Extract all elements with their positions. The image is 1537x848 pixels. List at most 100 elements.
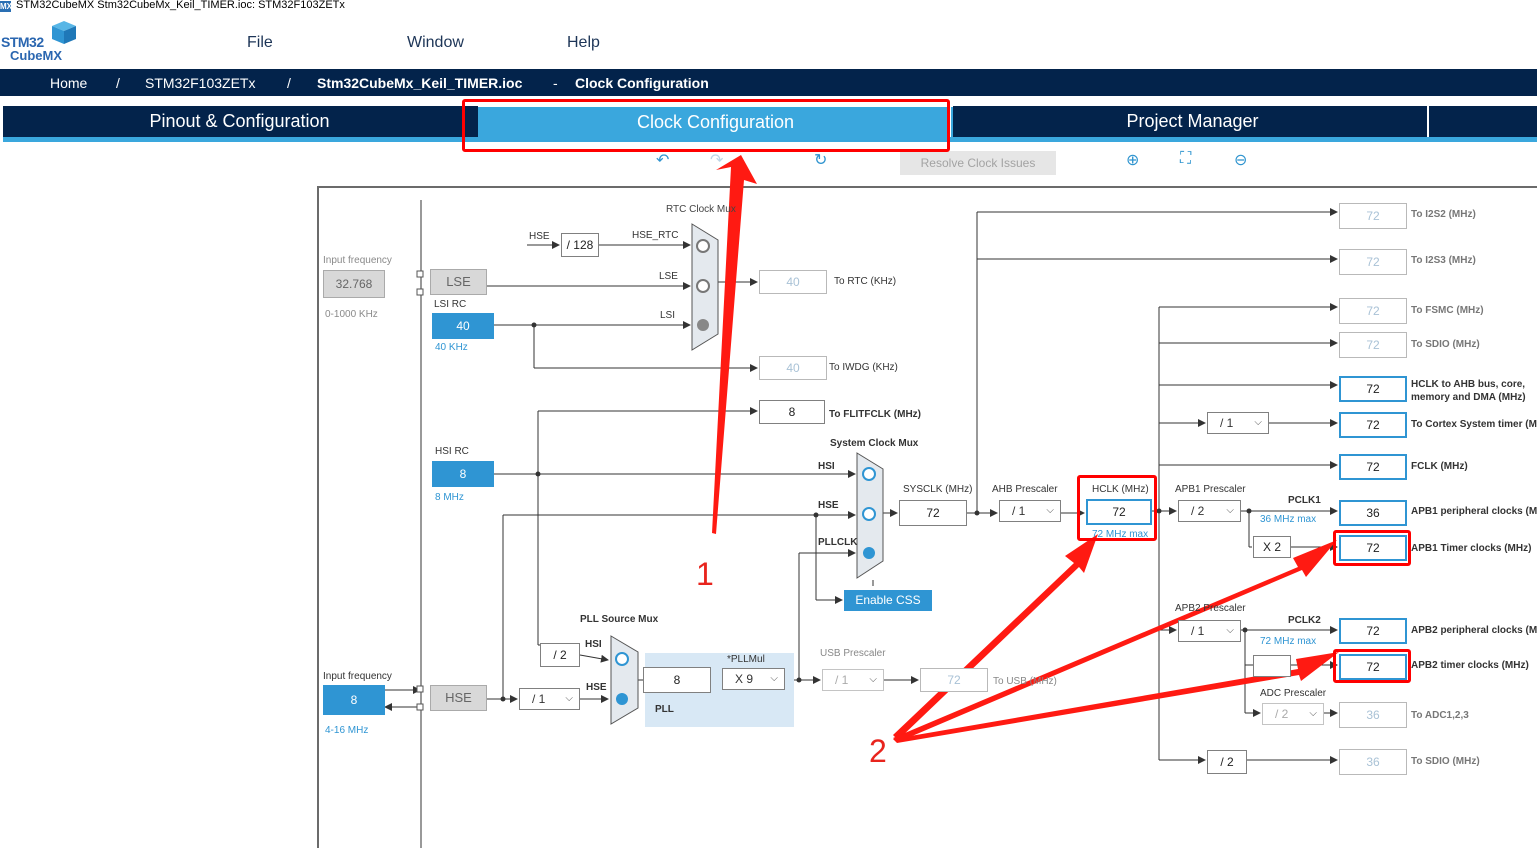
- pll-source-mux-label: PLL Source Mux: [580, 614, 659, 625]
- i2s3-output[interactable]: 72: [1339, 249, 1407, 275]
- sdio-ahb-output[interactable]: 72: [1339, 332, 1407, 358]
- annotation-box-clock-tab: [462, 99, 950, 152]
- chevron-down-icon: ⌵: [565, 693, 573, 704]
- fsmc-output[interactable]: 72: [1339, 298, 1407, 324]
- hse-input-frequency-label: Input frequency: [323, 671, 392, 682]
- apb1-prescaler-select[interactable]: / 2 ⌵: [1178, 500, 1241, 522]
- rtc-output[interactable]: 40: [759, 270, 827, 294]
- sdio-divider: / 2: [1207, 750, 1247, 774]
- sdio-ahb-output-label: To SDIO (MHz): [1411, 339, 1480, 350]
- i2s2-output[interactable]: 72: [1339, 203, 1407, 229]
- rtc-output-label: To RTC (KHz): [834, 276, 897, 287]
- ahb-prescaler-select[interactable]: / 1 ⌵: [999, 500, 1061, 522]
- sysclk-label: SYSCLK (MHz): [903, 484, 973, 495]
- usb-prescaler-label: USB Prescaler: [820, 648, 886, 659]
- chevron-down-icon: ⌵: [1309, 708, 1317, 719]
- hsi-unit-label: 8 MHz: [435, 492, 464, 503]
- rtc-mux-label: RTC Clock Mux: [666, 204, 736, 215]
- sysclk-value[interactable]: 72: [899, 500, 967, 526]
- lsi-block[interactable]: 40: [432, 313, 494, 339]
- hse-prediv-select[interactable]: / 1 ⌵: [519, 688, 580, 710]
- annotation-number-2: 2: [869, 733, 887, 769]
- apb2-prescaler-select[interactable]: / 1 ⌵: [1178, 620, 1241, 642]
- usb-prescaler-select[interactable]: / 1 ⌵: [822, 669, 884, 691]
- annotation-box-hclk: [1077, 475, 1157, 541]
- hse-div128-box: / 128: [561, 233, 599, 257]
- pllmul-select[interactable]: X 9 ⌵: [722, 668, 785, 690]
- annotation-box-apb1-timer: [1333, 530, 1411, 566]
- iwdg-output-label: To IWDG (KHz): [829, 362, 898, 373]
- pclk1-label: PCLK1: [1288, 495, 1321, 506]
- hclk-ahb-output-label-2: memory and DMA (MHz): [1411, 392, 1526, 403]
- sdio-output[interactable]: 36: [1339, 749, 1407, 775]
- usb-output[interactable]: 72: [920, 668, 988, 692]
- mux-hsi-label: HSI: [818, 461, 835, 472]
- pll-hse-label: HSE: [586, 682, 607, 693]
- pll-hsi-label: HSI: [585, 639, 602, 650]
- lse-range-label: 0-1000 KHz: [325, 309, 378, 320]
- apb1-peripheral-output[interactable]: 36: [1339, 500, 1407, 526]
- pclk2-label: PCLK2: [1288, 615, 1321, 626]
- chevron-down-icon: ⌵: [1226, 505, 1234, 516]
- hsi-block[interactable]: 8: [432, 461, 494, 487]
- apb2-prescaler-label: APB2 Prescaler: [1175, 603, 1246, 614]
- fsmc-output-label: To FSMC (MHz): [1411, 305, 1484, 316]
- hclk-ahb-output[interactable]: 72: [1339, 376, 1407, 402]
- rtc-hse-label: HSE: [529, 231, 550, 242]
- flitfclk-output-label: To FLITFCLK (MHz): [829, 409, 922, 420]
- apb2-timer-multiplier: [1253, 655, 1291, 677]
- input-frequency-label: Input frequency: [323, 255, 392, 266]
- pclk2-max-label: 72 MHz max: [1260, 636, 1317, 647]
- chevron-down-icon: ⌵: [770, 673, 778, 684]
- chevron-down-icon: ⌵: [1046, 505, 1054, 516]
- i2s3-output-label: To I2S3 (MHz): [1411, 255, 1476, 266]
- apb1-timer-output-label: APB1 Timer clocks (MHz): [1411, 543, 1532, 554]
- apb1-timer-multiplier: X 2: [1253, 536, 1291, 558]
- system-clock-mux-label: System Clock Mux: [830, 438, 919, 449]
- usb-output-label: To USB (MHz): [993, 676, 1057, 687]
- pllmul-label: *PLLMul: [727, 654, 765, 665]
- apb2-peripheral-output[interactable]: 72: [1339, 618, 1407, 644]
- fclk-output[interactable]: 72: [1339, 454, 1407, 480]
- annotation-number-1: 1: [696, 556, 714, 592]
- hse-range-label: 4-16 MHz: [325, 725, 369, 736]
- chevron-down-icon: ⌵: [869, 674, 877, 685]
- annotation-box-apb2-timer: [1333, 649, 1411, 683]
- pclk1-max-label: 36 MHz max: [1260, 514, 1317, 525]
- lse-frequency-input[interactable]: 32.768: [323, 270, 385, 298]
- lsi-rc-label: LSI RC: [434, 299, 467, 310]
- ahb-prescaler-label: AHB Prescaler: [992, 484, 1058, 495]
- rtc-lsi-label: LSI: [660, 310, 676, 321]
- hclk-ahb-output-label: HCLK to AHB bus, core,: [1411, 379, 1526, 390]
- hse-frequency-input[interactable]: 8: [323, 685, 385, 715]
- pll-label: PLL: [655, 704, 674, 715]
- apb1-peripheral-output-label: APB1 peripheral clocks (M: [1411, 506, 1537, 517]
- cortex-timer-output[interactable]: 72: [1339, 412, 1407, 438]
- enable-css-button[interactable]: Enable CSS: [844, 590, 932, 611]
- i2s2-output-label: To I2S2 (MHz): [1411, 209, 1476, 220]
- adc-output-label: To ADC1,2,3: [1411, 710, 1469, 721]
- hsi-rc-label: HSI RC: [435, 446, 469, 457]
- chevron-down-icon: ⌵: [1226, 625, 1234, 636]
- chevron-down-icon: ⌵: [1254, 417, 1262, 428]
- lse-block[interactable]: LSE: [430, 269, 487, 295]
- lsi-unit-label: 40 KHz: [435, 342, 468, 353]
- hse-rtc-label: HSE_RTC: [632, 230, 679, 241]
- apb2-timer-output-label: APB2 timer clocks (MHz): [1411, 660, 1529, 671]
- hsi-div2-box: / 2: [540, 643, 580, 667]
- hse-block[interactable]: HSE: [430, 685, 487, 711]
- sdio-output-label: To SDIO (MHz): [1411, 756, 1480, 767]
- cortex-timer-divider-select[interactable]: / 1 ⌵: [1207, 412, 1269, 434]
- flitfclk-output[interactable]: 8: [759, 400, 825, 424]
- fclk-output-label: FCLK (MHz): [1411, 461, 1468, 472]
- pll-input-value: 8: [643, 667, 711, 693]
- adc-prescaler-select[interactable]: / 2 ⌵: [1262, 703, 1324, 725]
- apb2-peripheral-output-label: APB2 peripheral clocks (M: [1411, 625, 1537, 636]
- apb1-prescaler-label: APB1 Prescaler: [1175, 484, 1246, 495]
- adc-prescaler-label: ADC Prescaler: [1260, 688, 1327, 699]
- cortex-timer-output-label: To Cortex System timer (M: [1411, 419, 1537, 430]
- adc-output[interactable]: 36: [1339, 702, 1407, 728]
- mux-hse-label: HSE: [818, 500, 839, 511]
- iwdg-output[interactable]: 40: [759, 356, 827, 380]
- rtc-lse-label: LSE: [659, 271, 678, 282]
